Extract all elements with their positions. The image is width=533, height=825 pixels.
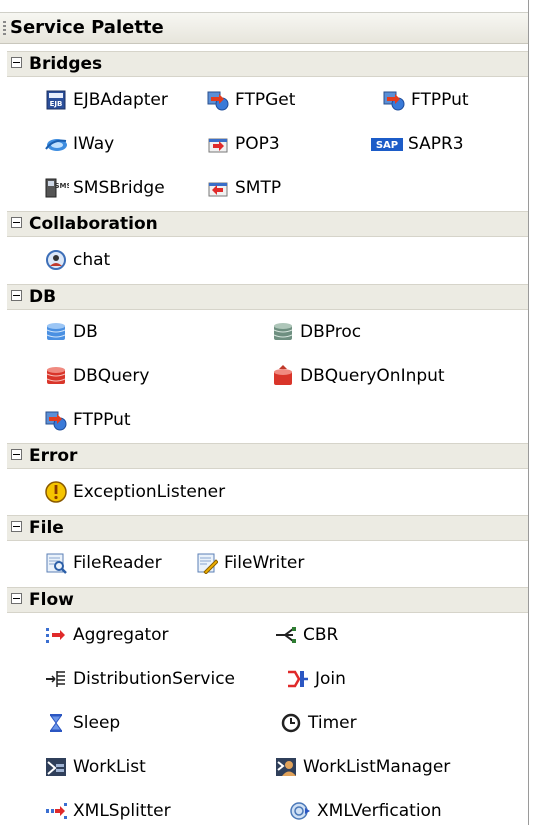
collapse-toggle-icon[interactable]	[11, 57, 22, 68]
category-label: DB	[29, 287, 57, 307]
collapse-toggle-icon[interactable]	[11, 521, 22, 532]
collapse-toggle-icon[interactable]	[11, 217, 22, 228]
item-label: CBR	[303, 625, 339, 645]
join-icon	[287, 668, 309, 690]
collapse-toggle-icon[interactable]	[11, 290, 22, 301]
iway-icon	[45, 133, 67, 155]
ejb-icon: EJB	[45, 89, 67, 111]
item-label: WorkListManager	[303, 757, 451, 777]
item-label: IWay	[73, 134, 115, 154]
distribution-icon	[45, 668, 67, 690]
item-label: Join	[315, 669, 346, 689]
category-collaboration[interactable]: Collaboration	[7, 211, 528, 237]
file-read-icon	[45, 552, 67, 574]
sms-icon: SMS	[45, 177, 69, 199]
item-label: POP3	[235, 134, 280, 154]
category-label: File	[29, 518, 64, 538]
category-label: Bridges	[29, 54, 103, 74]
database-icon	[272, 321, 294, 343]
drag-grip-icon[interactable]	[3, 21, 6, 35]
item-label: Timer	[308, 713, 357, 733]
panel-title-bar: Service Palette	[0, 12, 528, 44]
cbr-icon	[275, 624, 297, 646]
svg-text:SMS: SMS	[54, 182, 69, 190]
database-icon	[45, 365, 67, 387]
panel-title: Service Palette	[10, 17, 164, 38]
item-label: ExceptionListener	[73, 482, 226, 502]
database-icon	[272, 365, 294, 387]
hourglass-icon	[45, 712, 67, 734]
category-label: Flow	[29, 590, 74, 610]
collapse-toggle-icon[interactable]	[11, 593, 22, 604]
ftp-icon	[207, 89, 229, 111]
item-label: SAPR3	[408, 134, 464, 154]
item-label: FTPPut	[73, 410, 131, 430]
item-label: SMTP	[235, 178, 282, 198]
svg-text:EJB: EJB	[50, 100, 63, 108]
item-label: WorkList	[73, 757, 146, 777]
collapse-toggle-icon[interactable]	[11, 449, 22, 460]
item-label: DistributionService	[73, 669, 236, 689]
splitter-icon	[45, 800, 67, 822]
item-label: FileReader	[73, 553, 162, 573]
file-write-icon	[196, 552, 218, 574]
ftp-icon	[383, 89, 405, 111]
item-label: XMLSplitter	[73, 801, 171, 821]
item-label: DB	[73, 322, 98, 342]
item-label: FileWriter	[224, 553, 305, 573]
mail-icon	[207, 177, 229, 199]
item-label: FTPGet	[235, 90, 296, 110]
item-label: Sleep	[73, 713, 121, 733]
item-label: Aggregator	[73, 625, 169, 645]
item-label: SMSBridge	[73, 178, 165, 198]
worklist-icon	[45, 756, 67, 778]
sap-icon: SAP	[371, 133, 405, 155]
item-label: DBProc	[300, 322, 362, 342]
warning-icon	[45, 481, 67, 503]
mail-icon	[207, 133, 229, 155]
category-bridges[interactable]: Bridges	[7, 51, 528, 77]
category-label: Collaboration	[29, 214, 158, 234]
category-label: Error	[29, 446, 78, 466]
clock-icon	[280, 712, 302, 734]
item-label: DBQueryOnInput	[300, 366, 445, 386]
database-icon	[45, 321, 67, 343]
aggregator-icon	[45, 624, 67, 646]
item-label: XMLVerfication	[317, 801, 442, 821]
xml-verify-icon	[289, 800, 311, 822]
item-label: FTPPut	[411, 90, 469, 110]
category-error[interactable]: Error	[7, 443, 528, 469]
category-db[interactable]: DB	[7, 284, 528, 310]
service-palette-panel: Service Palette Bridges EJB EJBAdapter F…	[0, 0, 529, 825]
item-label: EJBAdapter	[73, 90, 168, 110]
svg-text:SAP: SAP	[376, 140, 398, 151]
item-label: DBQuery	[73, 366, 150, 386]
category-file[interactable]: File	[7, 515, 528, 541]
category-flow[interactable]: Flow	[7, 587, 528, 613]
worklist-manager-icon	[275, 756, 297, 778]
chat-icon	[45, 249, 67, 271]
item-label: chat	[73, 250, 111, 270]
ftp-icon	[45, 409, 67, 431]
